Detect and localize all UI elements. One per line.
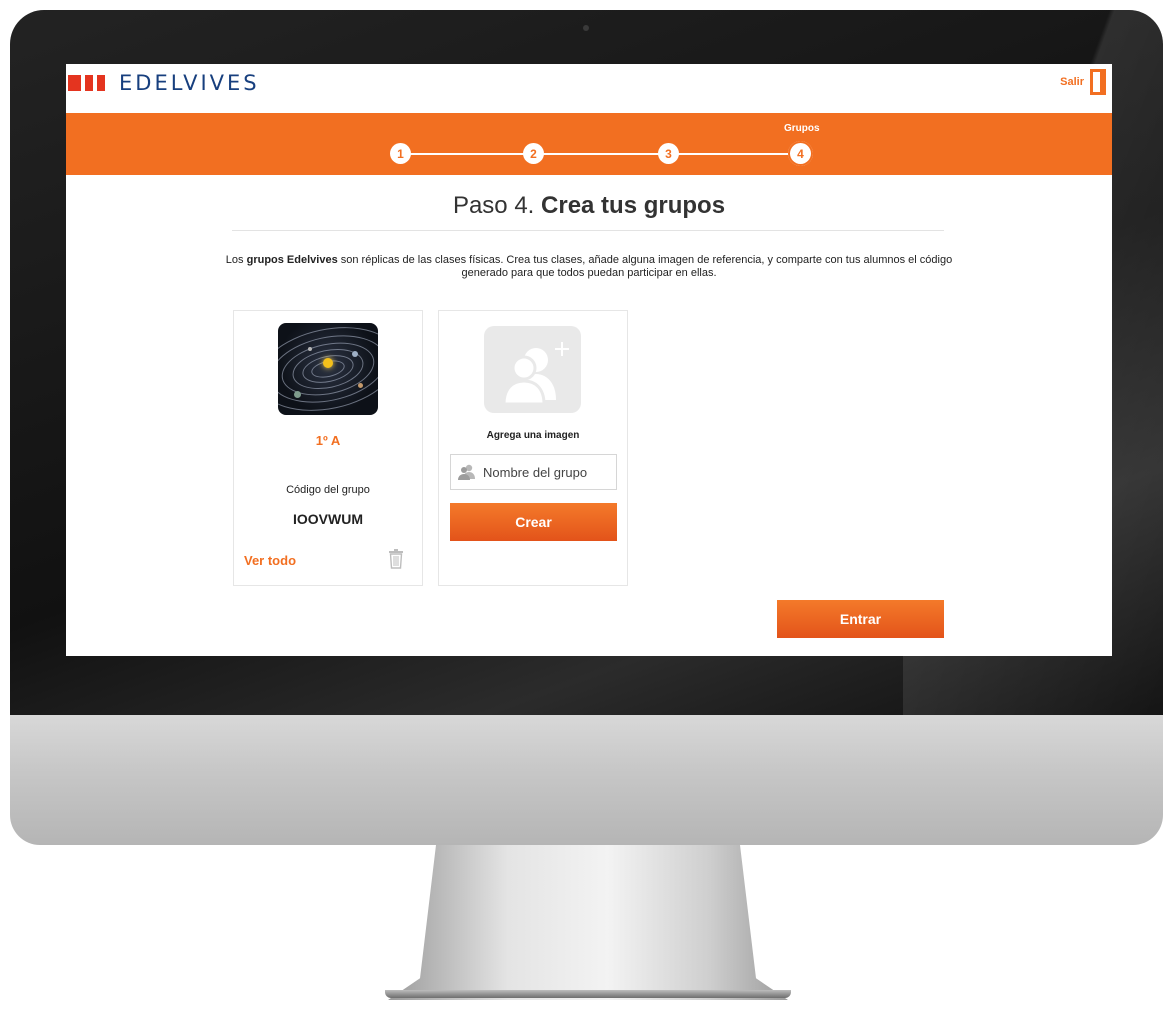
group-name-field[interactable] xyxy=(450,454,617,490)
door-icon xyxy=(1090,69,1106,95)
header: EDELVIVES Salir xyxy=(66,64,1112,113)
sun-icon xyxy=(323,358,333,369)
logo: EDELVIVES xyxy=(68,71,260,95)
step-4: 4 xyxy=(788,141,813,166)
monitor-stand-base xyxy=(385,990,791,998)
monitor-chin xyxy=(10,715,1163,845)
group-card: 1º A Código del grupo IOOVWUM Ver todo xyxy=(233,310,423,586)
intro-text-end: son réplicas de las clases físicas. Crea… xyxy=(337,254,953,279)
view-all-link[interactable]: Ver todo xyxy=(244,553,296,568)
enter-button[interactable]: Entrar xyxy=(777,600,944,638)
page-title-bold: Crea tus grupos xyxy=(541,192,726,219)
page-title-prefix: Paso 4. xyxy=(452,192,535,219)
step-connector xyxy=(534,153,670,155)
step-connector xyxy=(404,153,534,155)
group-image[interactable] xyxy=(278,323,378,415)
camera xyxy=(583,25,589,31)
step-1: 1 xyxy=(390,143,411,164)
create-button[interactable]: Crear xyxy=(450,503,617,541)
stepper: 1 2 3 Grupos 4 xyxy=(66,113,1112,175)
screen: EDELVIVES Salir 1 2 3 Grupos 4 Paso 4. C… xyxy=(66,64,1112,656)
group-name-input[interactable] xyxy=(483,464,613,480)
logo-mark xyxy=(68,75,105,91)
group-code-label: Código del grupo xyxy=(286,484,370,496)
group-name: 1º A xyxy=(315,433,341,448)
intro-text-start: Los xyxy=(225,254,247,266)
trash-icon[interactable] xyxy=(388,549,404,569)
group-code: IOOVWUM xyxy=(293,511,363,527)
intro-text: Los grupos Edelvives son réplicas de las… xyxy=(216,254,962,280)
page-title: Paso 4. Crea tus grupos xyxy=(66,192,1112,220)
add-group-icon xyxy=(502,342,569,406)
step-3: 3 xyxy=(658,143,679,164)
step-2: 2 xyxy=(523,143,544,164)
add-image-label: Agrega una imagen xyxy=(486,430,580,441)
step-connector xyxy=(670,153,800,155)
logo-text: EDELVIVES xyxy=(119,71,260,95)
users-icon xyxy=(458,464,475,480)
intro-text-bold: grupos Edelvives xyxy=(246,254,338,266)
logout-button[interactable]: Salir xyxy=(1060,69,1106,95)
monitor-stand xyxy=(388,845,788,1000)
step-4-label: Grupos xyxy=(784,123,820,134)
logout-label: Salir xyxy=(1060,76,1084,88)
add-image-button[interactable] xyxy=(484,326,581,413)
title-divider xyxy=(232,230,944,231)
new-group-card: Agrega una imagen Crear xyxy=(438,310,628,586)
